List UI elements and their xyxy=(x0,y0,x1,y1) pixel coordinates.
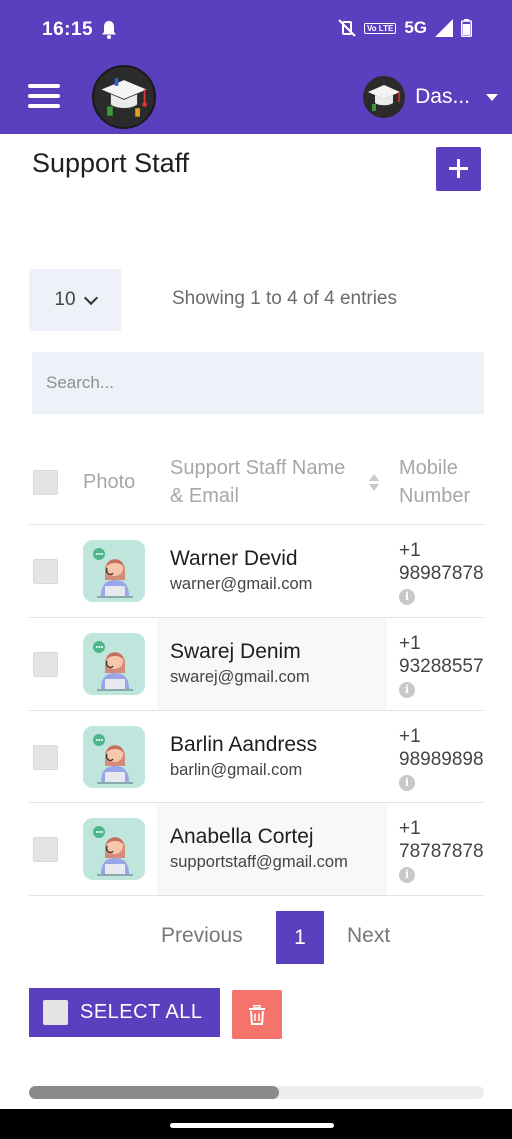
page-1-button[interactable]: 1 xyxy=(276,911,324,964)
graduation-cap-icon xyxy=(95,68,153,126)
mobile-number: 78787878 xyxy=(399,841,484,862)
support-agent-avatar-icon xyxy=(83,633,145,695)
trash-icon xyxy=(249,1004,265,1025)
page-title: Support Staff xyxy=(32,148,190,178)
sort-icon[interactable] xyxy=(369,474,379,492)
staff-name: Warner Devid xyxy=(170,547,298,570)
delete-button[interactable] xyxy=(232,990,282,1039)
staff-email: warner@gmail.com xyxy=(170,575,313,593)
staff-avatar xyxy=(83,726,145,788)
add-support-staff-button[interactable] xyxy=(436,147,481,191)
staff-email: barlin@gmail.com xyxy=(170,761,303,779)
pagination: Previous 1 Next xyxy=(0,910,512,964)
staff-name: Anabella Cortej xyxy=(170,825,314,848)
staff-name: Barlin Aandress xyxy=(170,733,318,756)
support-agent-avatar-icon xyxy=(83,726,145,788)
table-row[interactable]: Swarej Denim swarej@gmail.com +1 93288557… xyxy=(29,618,484,710)
header-mobile-line1: Mobile xyxy=(399,457,458,479)
page-length-select[interactable]: 10 xyxy=(29,269,121,331)
network-type: 5G xyxy=(404,18,427,37)
select-all-label: SELECT ALL xyxy=(80,1001,203,1023)
chevron-down-icon xyxy=(486,93,498,101)
staff-avatar xyxy=(83,818,145,880)
table-row[interactable]: Warner Devid warner@gmail.com +1 98987878… xyxy=(29,525,484,617)
header-mobile-line2: Number xyxy=(399,485,471,507)
vibrate-mute-icon xyxy=(338,19,356,37)
info-icon[interactable]: i xyxy=(399,682,415,698)
home-gesture-bar[interactable] xyxy=(170,1123,334,1128)
horizontal-scrollbar[interactable] xyxy=(29,1086,484,1099)
system-nav-bar xyxy=(0,1109,512,1139)
avatar xyxy=(363,76,406,118)
table-row[interactable]: Barlin Aandress barlin@gmail.com +1 98989… xyxy=(29,711,484,803)
user-menu[interactable]: Das... xyxy=(363,76,498,118)
header-name-line1: Support Staff Name xyxy=(170,457,346,479)
status-time: 16:15 xyxy=(42,19,94,40)
info-icon[interactable]: i xyxy=(399,775,415,791)
user-name: Das... xyxy=(415,85,470,108)
header-photo: Photo xyxy=(83,471,136,493)
header-mobile[interactable]: Mobile Number xyxy=(399,454,470,510)
info-icon[interactable]: i xyxy=(399,867,415,883)
select-all-rows-checkbox[interactable] xyxy=(33,470,58,495)
entries-info: Showing 1 to 4 of 4 entries xyxy=(172,288,397,309)
support-staff-table: Photo Support Staff Name & Email Mobile … xyxy=(29,440,484,896)
select-all-checkbox[interactable] xyxy=(43,1000,68,1025)
signal-icon xyxy=(435,19,453,37)
staff-email: supportstaff@gmail.com xyxy=(170,853,348,871)
table-row[interactable]: Anabella Cortej supportstaff@gmail.com +… xyxy=(29,803,484,895)
mobile-number: 98989898 xyxy=(399,749,484,770)
menu-icon[interactable] xyxy=(28,84,60,108)
header-name-line2: & Email xyxy=(170,485,239,507)
row-checkbox[interactable] xyxy=(33,745,58,770)
battery-icon xyxy=(461,19,472,37)
mobile-number: 93288557 xyxy=(399,656,484,677)
mobile-number: 98987878 xyxy=(399,563,484,584)
mobile-code: +1 xyxy=(399,540,421,561)
row-checkbox[interactable] xyxy=(33,837,58,862)
scrollbar-thumb[interactable] xyxy=(29,1086,279,1099)
volte-badge: Vo LTE xyxy=(363,22,397,34)
status-bar: 16:15 Vo LTE 5G xyxy=(0,0,512,62)
mobile-code: +1 xyxy=(399,633,421,654)
mobile-code: +1 xyxy=(399,726,421,747)
staff-mobile: +1 78787878 xyxy=(399,817,484,863)
staff-avatar xyxy=(83,633,145,695)
staff-mobile: +1 98987878 xyxy=(399,539,484,585)
staff-email: swarej@gmail.com xyxy=(170,668,310,686)
chevron-down-icon xyxy=(83,290,98,305)
row-checkbox[interactable] xyxy=(33,652,58,677)
row-checkbox[interactable] xyxy=(33,559,58,584)
staff-mobile: +1 98989898 xyxy=(399,725,484,771)
status-icons: Vo LTE 5G xyxy=(338,18,472,38)
info-icon[interactable]: i xyxy=(399,589,415,605)
notification-bell-icon xyxy=(102,21,116,39)
staff-name: Swarej Denim xyxy=(170,640,301,663)
previous-page-button[interactable]: Previous xyxy=(161,924,243,948)
next-page-button[interactable]: Next xyxy=(347,924,390,948)
page-length-value: 10 xyxy=(54,289,76,310)
staff-avatar xyxy=(83,540,145,602)
app-bar: Das... xyxy=(0,62,512,134)
select-all-button[interactable]: SELECT ALL xyxy=(29,988,220,1037)
divider xyxy=(29,895,484,896)
support-agent-avatar-icon xyxy=(83,540,145,602)
search-input[interactable] xyxy=(32,352,484,414)
support-agent-avatar-icon xyxy=(83,818,145,880)
header-name-email[interactable]: Support Staff Name & Email xyxy=(170,454,345,510)
staff-mobile: +1 93288557 xyxy=(399,632,484,678)
school-logo[interactable] xyxy=(92,65,156,129)
mobile-code: +1 xyxy=(399,818,421,839)
